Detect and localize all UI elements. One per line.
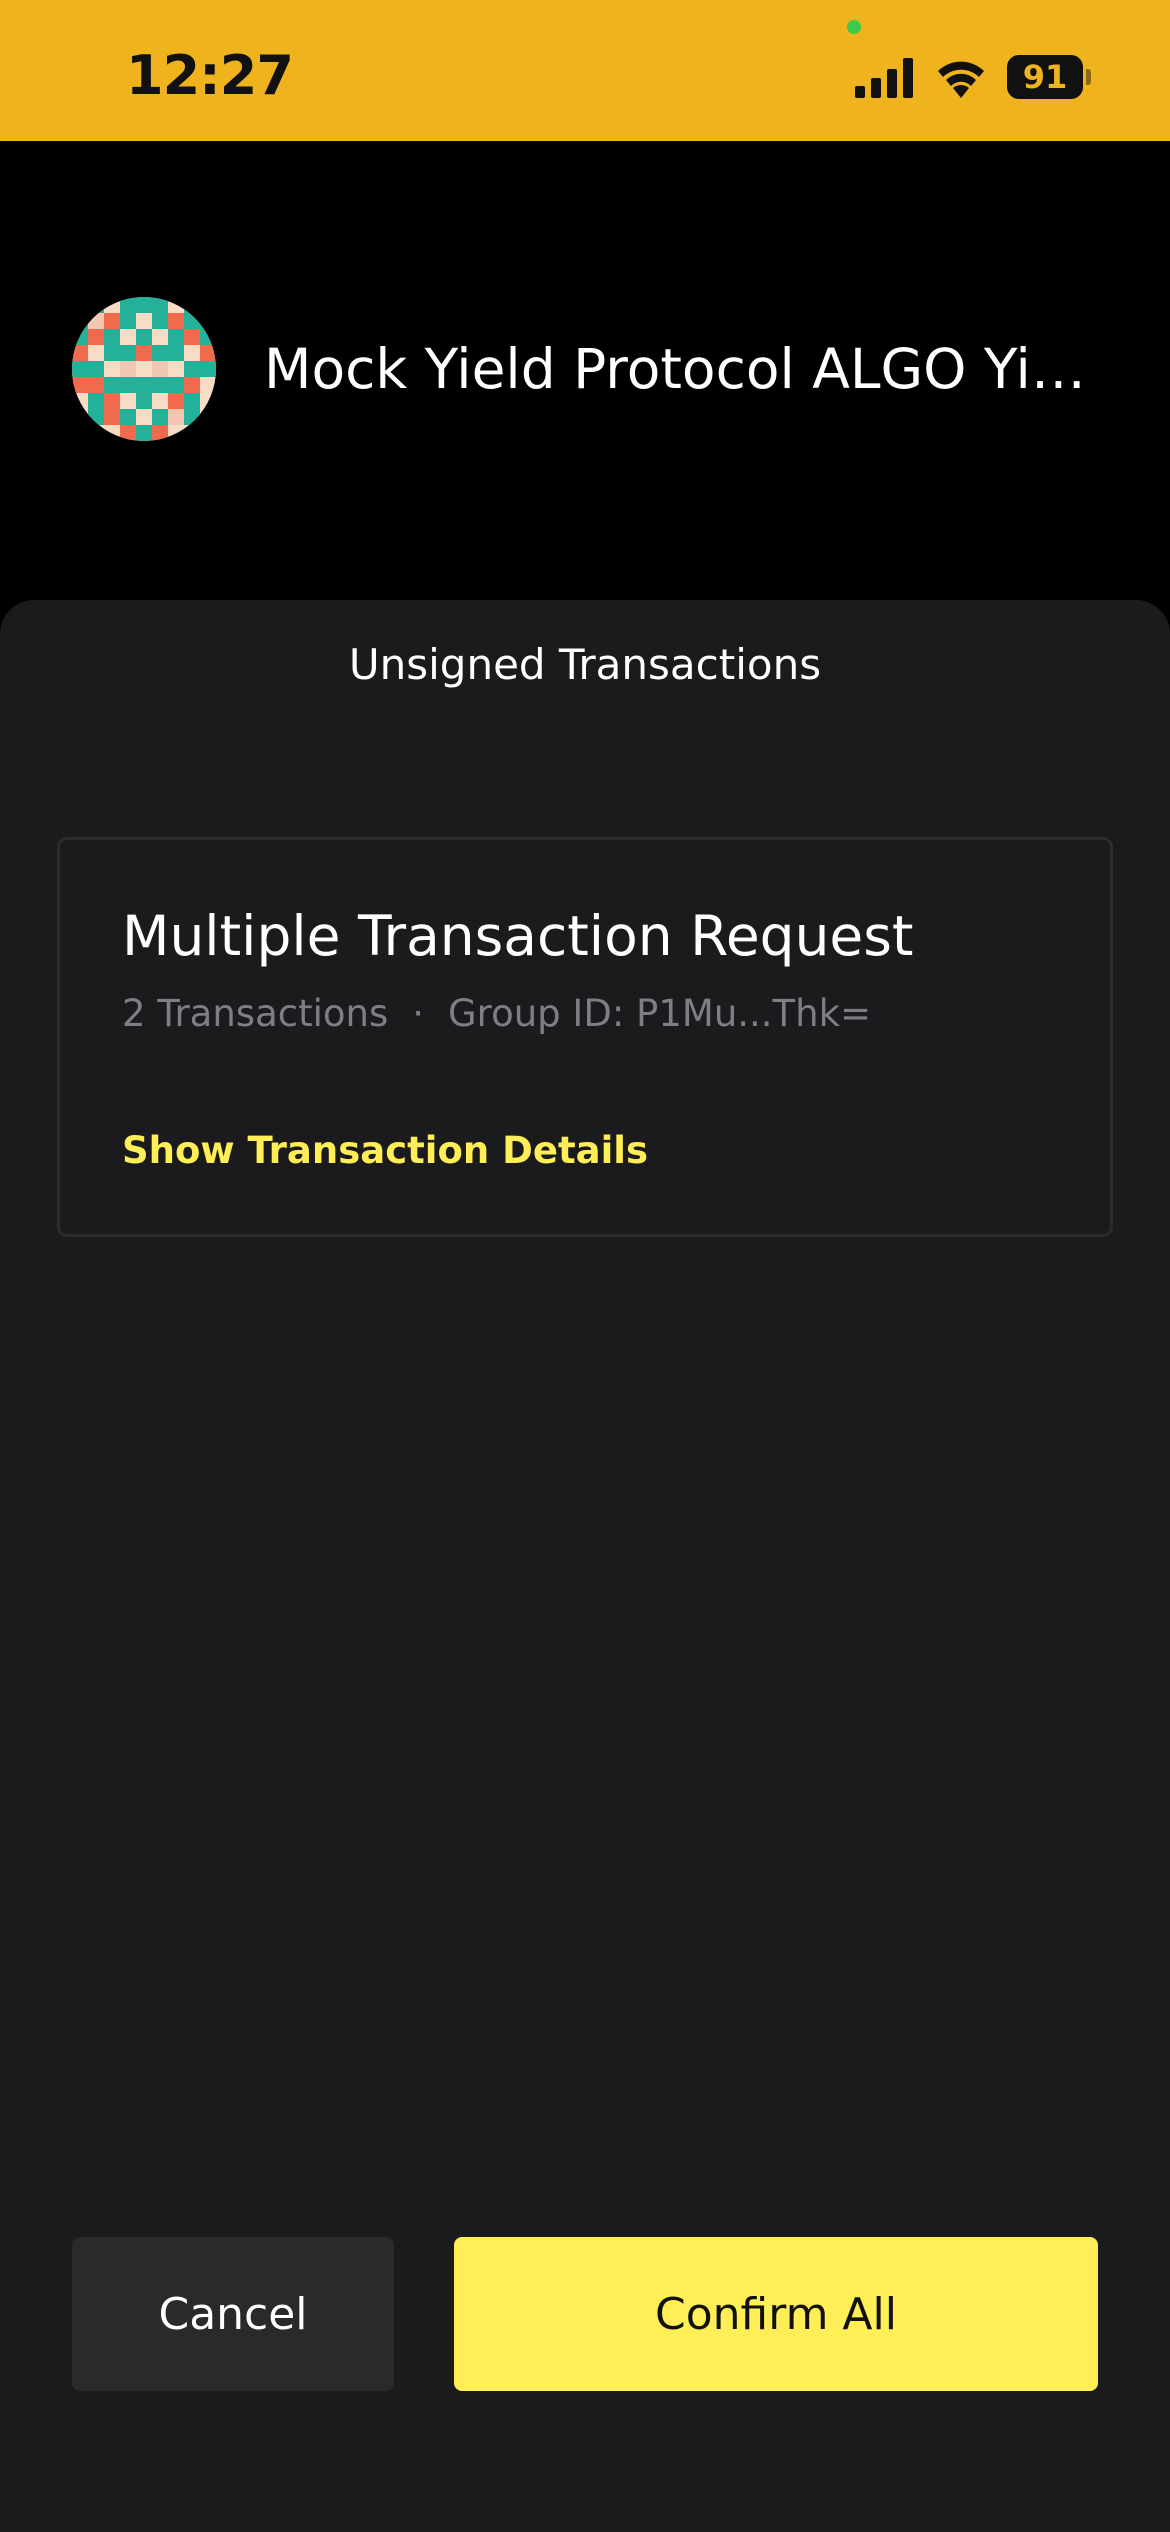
- status-bar: 12:27 91: [0, 0, 1170, 141]
- status-time: 12:27: [126, 44, 294, 107]
- unsigned-transactions-sheet: Unsigned Transactions Multiple Transacti…: [0, 600, 1170, 2532]
- transaction-count: 2 Transactions: [122, 992, 389, 1035]
- signal-icon: [855, 58, 913, 98]
- battery-body: 91: [1007, 55, 1083, 99]
- battery-icon: 91: [1007, 55, 1091, 99]
- request-meta: 2 Transactions · Group ID: P1Mu...Thk=: [122, 992, 871, 1035]
- group-id: Group ID: P1Mu...Thk=: [448, 992, 872, 1035]
- identicon-avatar: [72, 297, 216, 441]
- transaction-request-card: Multiple Transaction Request 2 Transacti…: [57, 837, 1113, 1237]
- request-title: Multiple Transaction Request: [122, 904, 914, 968]
- show-transaction-details-link[interactable]: Show Transaction Details: [122, 1129, 648, 1172]
- battery-cap: [1086, 69, 1091, 85]
- identicon-pattern: [72, 297, 216, 441]
- sheet-title: Unsigned Transactions: [348, 640, 822, 689]
- dapp-header: Mock Yield Protocol ALGO Yield: [0, 141, 1170, 601]
- meta-separator: ·: [412, 992, 425, 1035]
- cancel-button[interactable]: Cancel: [72, 2237, 394, 2391]
- privacy-indicator-dot: [847, 20, 861, 34]
- confirm-all-button[interactable]: Confirm All: [454, 2237, 1098, 2391]
- wifi-icon: [938, 61, 984, 98]
- dapp-title: Mock Yield Protocol ALGO Yield: [264, 337, 1104, 401]
- battery-level: 91: [1022, 58, 1068, 96]
